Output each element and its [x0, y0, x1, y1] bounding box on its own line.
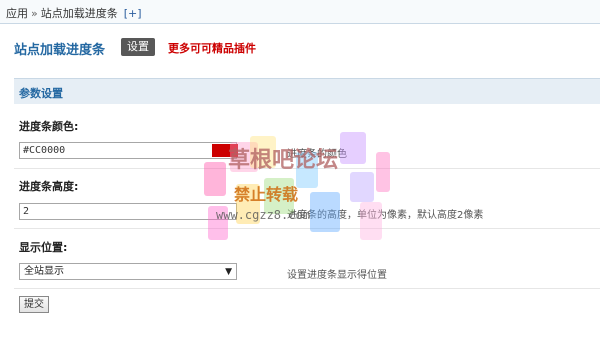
color-input[interactable]: #CC0000 [19, 142, 237, 159]
more-plugins-link[interactable]: 更多可可精品插件 [168, 40, 256, 56]
dropdown-arrow-icon: ▼ [225, 267, 232, 277]
position-field-label: 显示位置: [19, 241, 68, 254]
color-field-label: 进度条颜色: [19, 120, 79, 133]
submit-button[interactable]: 提交 [19, 296, 49, 313]
page-title: 站点加载进度条 [14, 43, 106, 58]
breadcrumb-bar: 应用» 站点加载进度条 [+] [0, 0, 600, 24]
height-field-label: 进度条高度: [19, 180, 79, 193]
breadcrumb-root-link[interactable]: 应用 [6, 7, 28, 20]
watermark-sub-text: 禁止转载 [234, 185, 299, 204]
section-title: 参数设置 [19, 87, 63, 100]
height-input[interactable]: 2 [19, 203, 237, 220]
add-shortcut-link[interactable]: [+] [124, 7, 142, 20]
breadcrumb-separator: » [31, 7, 38, 20]
watermark-logo [200, 122, 400, 242]
settings-tab-button[interactable]: 设置 [121, 38, 155, 56]
position-select[interactable]: 全站显示 ▼ [19, 263, 237, 280]
height-field-tip: 进度条的高度，单位为像素，默认高度2像素 [287, 210, 484, 221]
section-header: 参数设置 [14, 78, 600, 104]
watermark-main-text: 草根吧论坛 [228, 148, 339, 173]
watermark-url-text: www.cgzz8.com [216, 208, 310, 222]
position-field-tip: 设置进度条显示得位置 [287, 270, 387, 281]
position-select-value: 全站显示 [24, 266, 64, 277]
breadcrumb-current: 站点加载进度条 [40, 7, 118, 20]
title-row: 站点加载进度条 设置 更多可可精品插件 [0, 36, 600, 60]
row-divider [14, 288, 600, 289]
breadcrumb: 应用» 站点加载进度条 [+] [6, 5, 142, 21]
row-divider [14, 228, 600, 229]
